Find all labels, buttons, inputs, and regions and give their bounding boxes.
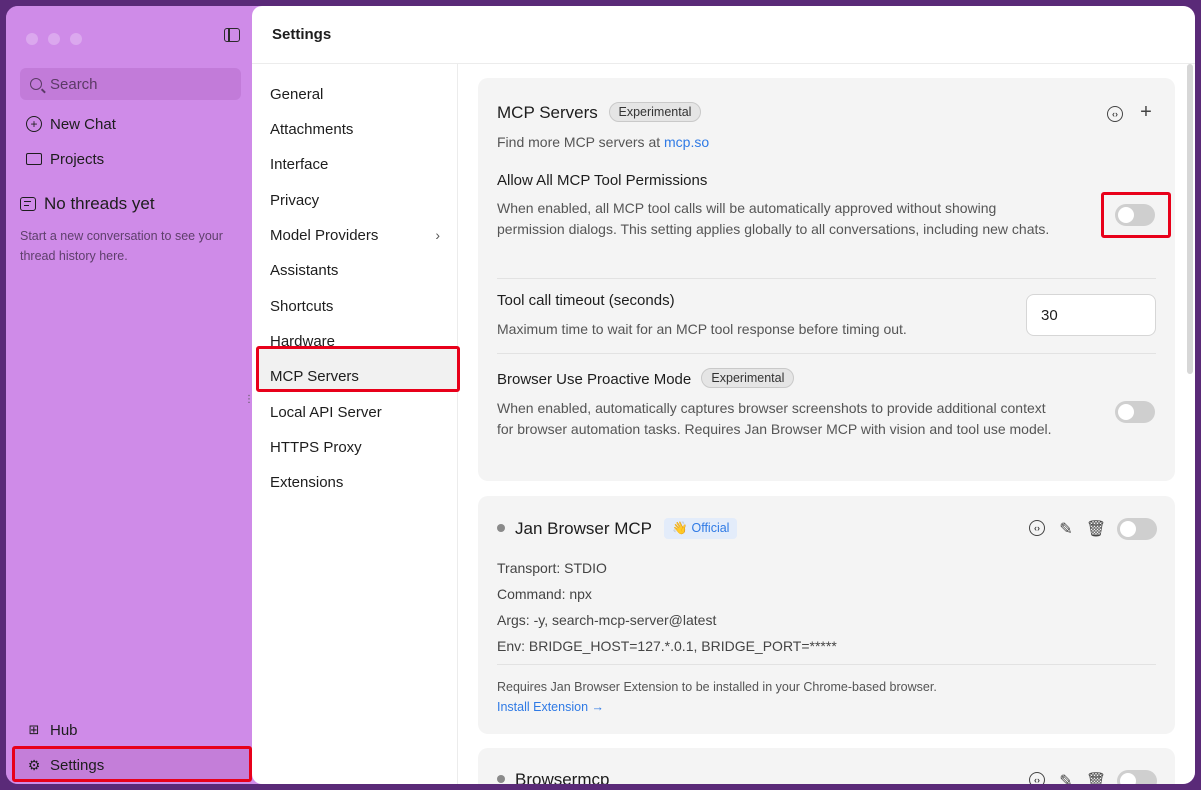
timeout-desc: Maximum time to wait for an MCP tool res…	[497, 321, 907, 337]
hub-label: Hub	[50, 721, 78, 739]
browser-mode-text: Browser Use Proactive Mode	[497, 371, 692, 388]
threads-empty-desc: Start a new conversation to see your thr…	[20, 229, 223, 263]
nav-https-proxy[interactable]: HTTPS Proxy	[270, 433, 440, 461]
experimental-badge: Experimental	[701, 368, 795, 388]
server-name: Browsermcp	[497, 770, 609, 784]
code-icon[interactable]: ‹›	[1029, 772, 1045, 784]
code-icon[interactable]: ‹›	[1107, 106, 1123, 122]
maximize-window-button[interactable]	[70, 33, 82, 45]
trash-icon[interactable]: 🗑	[1086, 772, 1106, 784]
hub-button[interactable]: ⊞ Hub	[20, 716, 78, 744]
official-badge-text: Official	[691, 521, 730, 535]
plus-circle-icon: +	[26, 116, 42, 132]
experimental-badge: Experimental	[608, 102, 702, 122]
install-extension-link[interactable]: Install Extension →	[497, 700, 604, 714]
divider	[497, 664, 1156, 665]
server-env: Env: BRIDGE_HOST=127.*.0.1, BRIDGE_PORT=…	[497, 638, 837, 654]
allow-all-label: Allow All MCP Tool Permissions	[497, 172, 708, 189]
server-name: Jan Browser MCP 👋 Official	[497, 518, 738, 539]
projects-label: Projects	[50, 150, 105, 168]
mcp-title: MCP Servers Experimental	[497, 102, 702, 123]
threads-title-text: No threads yet	[44, 194, 155, 213]
app-window: Search + New Chat Projects No threads ye…	[6, 6, 1195, 784]
folder-icon	[26, 153, 42, 165]
nav-interface[interactable]: Interface	[270, 150, 440, 178]
server-card-browsermcp: Browsermcp ‹› ✎ 🗑	[478, 748, 1175, 784]
scrollbar[interactable]	[1187, 64, 1193, 374]
server-transport: Transport: STDIO	[497, 560, 607, 576]
nav-privacy[interactable]: Privacy	[270, 186, 440, 214]
main-panel: Settings General Attachments Interface P…	[244, 6, 1195, 784]
server-card-jan-browser: Jan Browser MCP 👋 Official ‹› ✎ 🗑 Transp…	[478, 496, 1175, 734]
search-input[interactable]: Search	[20, 68, 241, 100]
mcp-title-text: MCP Servers	[497, 103, 598, 122]
settings-button[interactable]: ⚙ Settings	[20, 751, 104, 779]
threads-empty-title: No threads yet	[20, 194, 155, 214]
server-name-text: Browsermcp	[515, 770, 610, 784]
status-dot	[497, 775, 505, 783]
allow-all-desc: When enabled, all MCP tool calls will be…	[497, 200, 1050, 237]
edit-icon[interactable]: ✎	[1057, 520, 1075, 538]
search-icon	[30, 78, 42, 90]
browser-mode-toggle[interactable]	[1115, 401, 1155, 423]
sidebar: Search + New Chat Projects No threads ye…	[6, 6, 252, 784]
server-command: Command: npx	[497, 586, 592, 602]
hub-icon: ⊞	[28, 722, 40, 737]
nav-hardware[interactable]: Hardware	[270, 327, 440, 355]
search-placeholder: Search	[50, 75, 98, 93]
code-icon[interactable]: ‹›	[1029, 520, 1045, 536]
browser-mode-desc: When enabled, automatically captures bro…	[497, 400, 1052, 437]
nav-model-providers-label: Model Providers	[270, 226, 379, 244]
server-args: Args: -y, search-mcp-server@latest	[497, 612, 717, 628]
browser-mode-label: Browser Use Proactive Mode Experimental	[497, 368, 795, 388]
add-server-button[interactable]: +	[1137, 101, 1155, 123]
settings-label: Settings	[50, 756, 105, 774]
trash-icon[interactable]: 🗑	[1086, 520, 1106, 538]
nav-extensions[interactable]: Extensions	[270, 468, 440, 496]
server-name-text: Jan Browser MCP	[515, 519, 652, 538]
chat-icon	[20, 197, 36, 211]
close-window-button[interactable]	[26, 33, 38, 45]
content-area: MCP Servers Experimental ‹› + Find more …	[458, 64, 1195, 784]
window-controls	[26, 33, 82, 45]
settings-nav: General Attachments Interface Privacy Mo…	[244, 64, 460, 784]
sidebar-toggle-icon[interactable]	[224, 28, 240, 42]
projects-button[interactable]: Projects	[20, 145, 104, 173]
mcp-so-link[interactable]: mcp.so	[664, 134, 709, 150]
server-toggle[interactable]	[1117, 518, 1157, 540]
nav-model-providers[interactable]: Model Providers ›	[270, 221, 440, 249]
new-chat-label: New Chat	[50, 115, 116, 133]
resize-grip-icon[interactable]: ⋮	[244, 394, 254, 405]
edit-icon[interactable]: ✎	[1057, 772, 1075, 784]
timeout-input[interactable]: 30	[1026, 294, 1156, 336]
server-toggle[interactable]	[1117, 770, 1157, 784]
minimize-window-button[interactable]	[48, 33, 60, 45]
find-more-prefix: Find more MCP servers at	[497, 134, 661, 150]
nav-shortcuts[interactable]: Shortcuts	[270, 292, 440, 320]
timeout-label: Tool call timeout (seconds)	[497, 292, 675, 309]
divider	[497, 353, 1156, 354]
divider	[497, 278, 1156, 279]
chevron-right-icon: ›	[435, 227, 440, 243]
nav-attachments[interactable]: Attachments	[270, 115, 440, 143]
nav-local-api-server[interactable]: Local API Server	[270, 398, 440, 426]
new-chat-button[interactable]: + New Chat	[20, 110, 116, 138]
official-badge: 👋 Official	[664, 518, 738, 539]
nav-mcp-servers[interactable]: MCP Servers	[270, 362, 440, 390]
allow-all-toggle[interactable]	[1115, 204, 1155, 226]
find-more-text: Find more MCP servers at mcp.so	[497, 132, 709, 153]
gear-icon: ⚙	[27, 756, 41, 773]
status-dot	[497, 524, 505, 532]
server-note: Requires Jan Browser Extension to be ins…	[497, 680, 937, 694]
nav-general[interactable]: General	[270, 80, 440, 108]
page-title: Settings	[252, 6, 1195, 64]
mcp-settings-card: MCP Servers Experimental ‹› + Find more …	[478, 78, 1175, 481]
nav-assistants[interactable]: Assistants	[270, 256, 440, 284]
